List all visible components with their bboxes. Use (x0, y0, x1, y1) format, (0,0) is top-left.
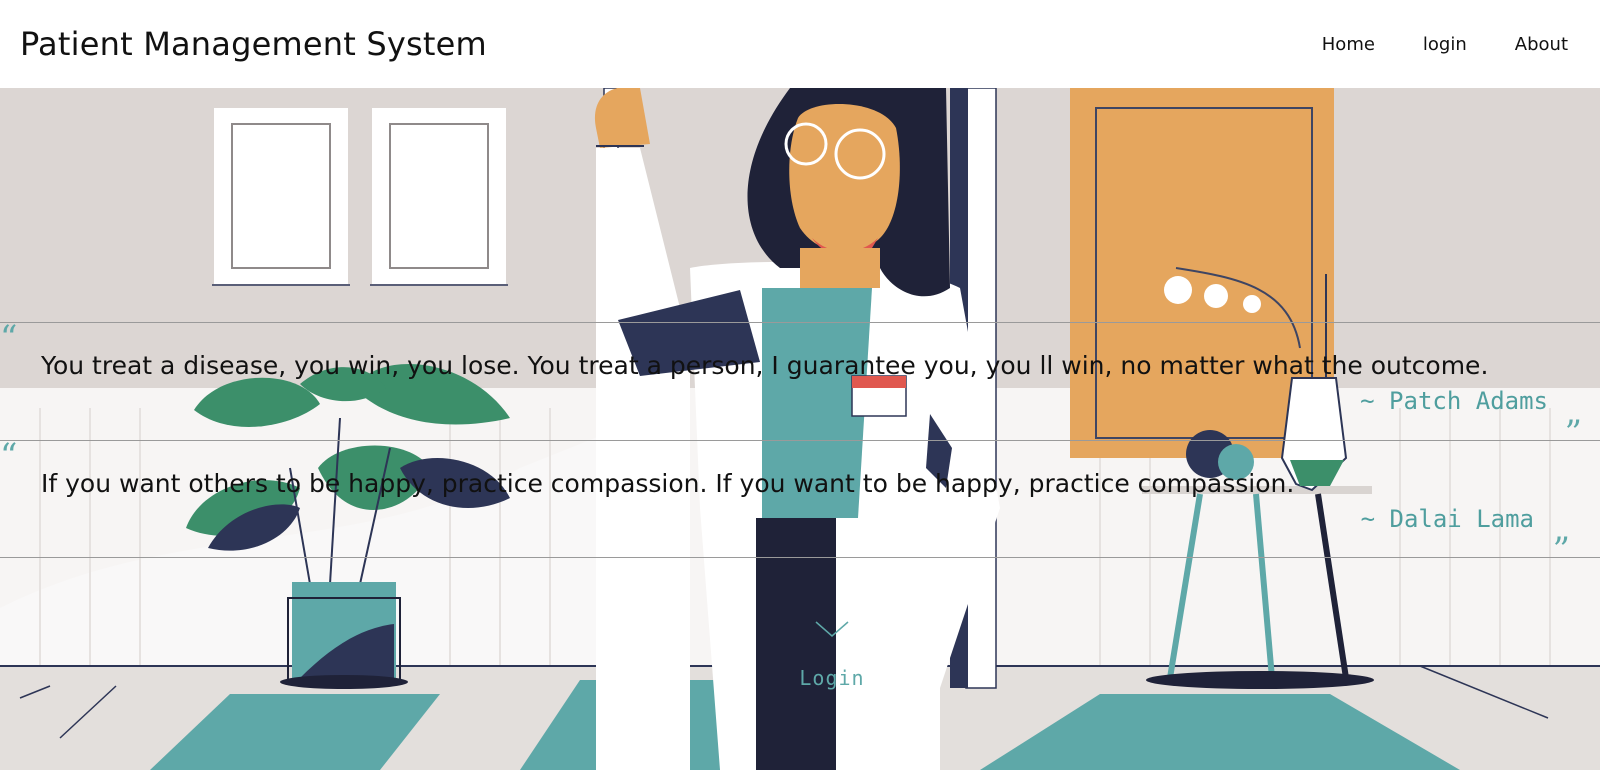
quote-block: “ You treat a disease, you win, you lose… (0, 318, 1600, 450)
nav-home-link[interactable]: Home (1322, 34, 1375, 55)
site-title: Patient Management System (20, 25, 487, 63)
nav-about-link[interactable]: About (1515, 34, 1568, 55)
top-navbar: Patient Management System Home login Abo… (0, 0, 1600, 88)
chevron-down-icon (815, 621, 849, 637)
main-nav: Home login About (1322, 34, 1580, 55)
close-quote-icon: ” (1552, 530, 1570, 570)
login-cta-label: Login (799, 666, 865, 690)
login-cta-button[interactable]: Login (770, 618, 894, 698)
nav-login-link[interactable]: login (1423, 34, 1467, 55)
open-quote-icon: “ (0, 318, 18, 358)
hero-section: “ You treat a disease, you win, you lose… (0, 88, 1600, 770)
quote-text: If you want others to be happy, practice… (41, 469, 1295, 498)
quote-author: ~ Dalai Lama (1360, 505, 1534, 533)
quote-text: You treat a disease, you win, you lose. … (41, 351, 1489, 380)
quote-author: ~ Patch Adams (1360, 387, 1548, 415)
quote-block: “ If you want others to be happy, practi… (0, 436, 1600, 567)
open-quote-icon: “ (0, 436, 18, 476)
